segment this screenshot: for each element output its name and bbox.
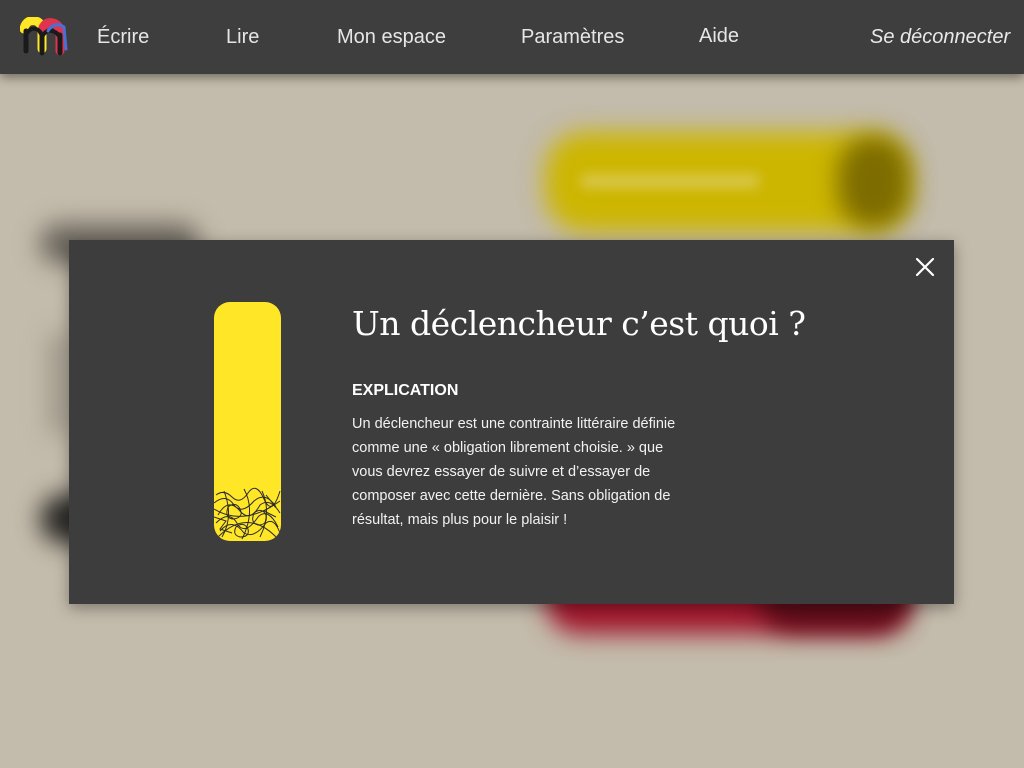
logout-link[interactable]: Se déconnecter — [870, 26, 1010, 49]
nav-mon-espace[interactable]: Mon espace — [337, 26, 446, 49]
close-icon[interactable] — [913, 255, 937, 279]
nav-lire[interactable]: Lire — [226, 26, 259, 49]
nav-parametres[interactable]: Paramètres — [521, 26, 624, 49]
top-navbar: Écrire Lire Mon espace Paramètres Aide S… — [0, 0, 1024, 74]
nav-ecrire[interactable]: Écrire — [97, 26, 149, 49]
modal-subtitle: EXPLICATION — [352, 382, 459, 399]
blurred-yellow-button-label — [580, 174, 760, 188]
blurred-text-block — [50, 334, 70, 434]
m-logo-icon[interactable] — [19, 16, 70, 59]
trigger-pill-icon — [214, 302, 281, 541]
blurred-yellow-button-knob — [838, 136, 910, 228]
explanation-modal: Un déclencheur c’est quoi ? EXPLICATION … — [69, 240, 954, 604]
modal-title: Un déclencheur c’est quoi ? — [352, 304, 806, 343]
modal-explanation-text: Un déclencheur est une contrainte littér… — [352, 416, 676, 528]
nav-aide[interactable]: Aide — [699, 25, 739, 48]
